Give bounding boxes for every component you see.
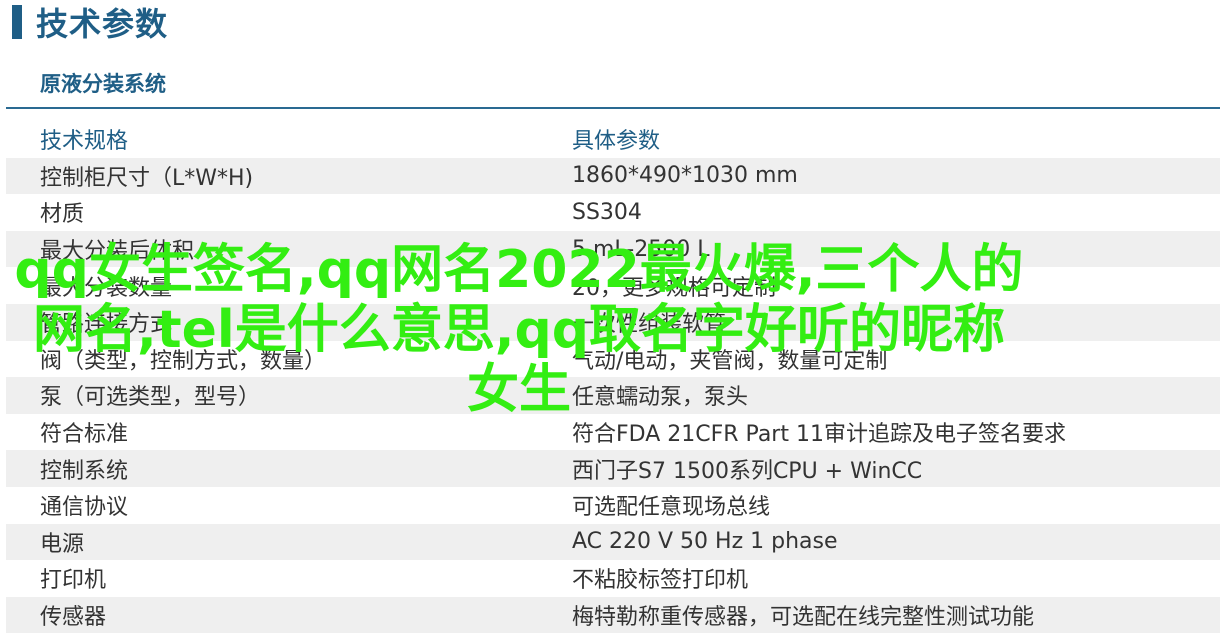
table-row: 符合标准 符合FDA 21CFR Part 11审计追踪及电子签名要求 — [6, 414, 1220, 451]
row-key: 最大分装数量 — [40, 275, 173, 301]
table-row: 阀（类型，控制方式，数量） 气动/电动，夹管阀，数量可定制 — [6, 341, 1220, 378]
row-value: 梅特勒称重传感器，可选配在线完整性测试功能 — [572, 605, 1035, 631]
table-header: 技术规格 具体参数 — [6, 121, 1220, 158]
row-key: 符合标准 — [40, 422, 129, 448]
row-value: AC 220 V 50 Hz 1 phase — [572, 529, 838, 555]
row-key: 传感器 — [40, 605, 107, 631]
title-accent-bar — [12, 5, 22, 39]
table-row: 控制柜尺寸（L*W*H) 1860*490*1030 mm — [6, 157, 1220, 195]
row-key: 打印机 — [40, 568, 107, 594]
page-subtitle: 原液分装系统 — [40, 72, 166, 96]
table-row: 管路连接方式 一次性组装软管 — [6, 303, 1220, 341]
row-value: 符合FDA 21CFR Part 11审计追踪及电子签名要求 — [572, 422, 1066, 448]
header-key: 技术规格 — [40, 129, 129, 155]
row-value: 5 mL-2500 L — [572, 236, 710, 262]
row-key: 通信协议 — [40, 495, 129, 521]
spec-table: 技术规格 具体参数 控制柜尺寸（L*W*H) 1860*490*1030 mm … — [6, 121, 1220, 634]
row-value: 20，更多规格可定制 — [572, 275, 776, 301]
row-value: 可选配任意现场总线 — [572, 495, 771, 521]
row-value: 一次性组装软管 — [572, 312, 727, 338]
table-row: 最大分装数量 20，更多规格可定制 — [6, 267, 1220, 304]
row-value: 任意蠕动泵，泵头 — [572, 385, 749, 411]
table-row: 传感器 梅特勒称重传感器，可选配在线完整性测试功能 — [6, 596, 1220, 634]
section-header: 技术参数 — [12, 0, 168, 44]
row-key: 电源 — [40, 531, 85, 557]
row-key: 阀（类型，控制方式，数量） — [40, 348, 327, 374]
table-row: 打印机 不粘胶标签打印机 — [6, 560, 1220, 597]
page-title: 技术参数 — [36, 5, 169, 43]
row-value: 西门子S7 1500系列CPU + WinCC — [572, 458, 923, 484]
row-value: SS304 — [572, 199, 642, 225]
table-row: 电源 AC 220 V 50 Hz 1 phase — [6, 523, 1220, 561]
row-key: 最大分装后体积 — [40, 239, 195, 265]
row-value: 气动/电动，夹管阀，数量可定制 — [572, 348, 888, 374]
row-key: 泵（可选类型，型号） — [40, 385, 261, 411]
header-value: 具体参数 — [572, 129, 661, 155]
row-key: 控制柜尺寸（L*W*H) — [40, 165, 254, 191]
table-row: 通信协议 可选配任意现场总线 — [6, 487, 1220, 524]
divider — [6, 107, 1220, 109]
table-row: 控制系统 西门子S7 1500系列CPU + WinCC — [6, 450, 1220, 487]
row-value: 不粘胶标签打印机 — [572, 568, 749, 594]
table-row: 最大分装后体积 5 mL-2500 L — [6, 230, 1220, 268]
row-key: 管路连接方式 — [40, 312, 173, 338]
row-key: 材质 — [40, 202, 85, 228]
row-key: 控制系统 — [40, 458, 129, 484]
table-row: 泵（可选类型，型号） 任意蠕动泵，泵头 — [6, 377, 1220, 414]
table-row: 材质 SS304 — [6, 194, 1220, 231]
row-value: 1860*490*1030 mm — [572, 163, 798, 189]
